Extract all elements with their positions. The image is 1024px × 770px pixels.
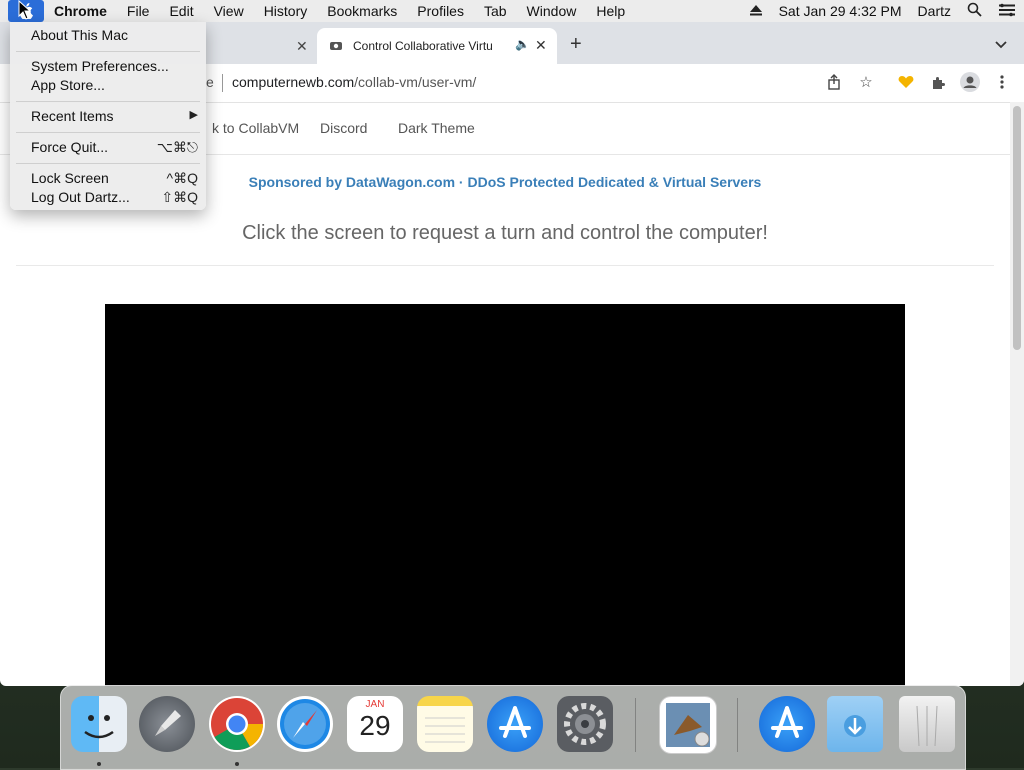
tab-title: Control Collaborative Virtu — [353, 39, 493, 53]
apple-menu-dropdown: About This Mac System Preferences... App… — [10, 22, 206, 210]
menu-bar: Chrome File Edit View History Bookmarks … — [0, 0, 1024, 22]
tab-search-chevron-icon[interactable] — [995, 38, 1007, 52]
menu-file[interactable]: File — [117, 3, 160, 19]
clock[interactable]: Sat Jan 29 4:32 PM — [771, 3, 910, 19]
menu-separator — [16, 101, 200, 102]
menu-view[interactable]: View — [204, 3, 254, 19]
site-favicon-icon — [330, 42, 342, 50]
vm-display[interactable] — [105, 304, 905, 686]
menu-separator — [16, 163, 200, 164]
menu-item-recent-items[interactable]: Recent Items — [31, 108, 113, 124]
scrollbar-thumb[interactable] — [1013, 106, 1021, 350]
menu-bookmarks[interactable]: Bookmarks — [317, 3, 407, 19]
launchpad-icon[interactable] — [139, 696, 195, 752]
shortcut-log-out: ⇧⌘Q — [161, 189, 198, 205]
eject-icon[interactable] — [741, 3, 771, 19]
notes-icon[interactable] — [417, 696, 473, 752]
nav-discord[interactable]: Discord — [320, 120, 367, 136]
url-path: /collab-vm/user-vm/ — [354, 74, 477, 90]
downloads-folder-icon[interactable] — [827, 696, 883, 752]
menu-profiles[interactable]: Profiles — [407, 3, 474, 19]
menu-item-system-preferences[interactable]: System Preferences... — [31, 58, 169, 74]
shortcut-force-quit: ⌥⌘⎋ — [156, 139, 198, 155]
menu-app-name[interactable]: Chrome — [44, 3, 117, 19]
shortcut-lock-screen: ^⌘Q — [166, 170, 198, 186]
omnibox-separator — [222, 74, 223, 92]
new-tab-button[interactable]: + — [570, 34, 582, 54]
extension-heart-icon[interactable] — [896, 72, 916, 92]
chrome-icon[interactable] — [209, 696, 265, 752]
control-center-icon[interactable] — [990, 3, 1024, 20]
user-menu[interactable]: Dartz — [910, 3, 959, 19]
menu-help[interactable]: Help — [586, 3, 635, 19]
tab-close-icon[interactable]: ✕ — [296, 38, 308, 55]
safari-icon[interactable] — [277, 696, 333, 752]
menu-history[interactable]: History — [254, 3, 318, 19]
system-preferences-icon[interactable] — [557, 696, 613, 752]
kebab-menu-icon[interactable] — [992, 72, 1012, 92]
submenu-arrow-icon: ▶ — [189, 109, 198, 121]
nav-dark-theme[interactable]: Dark Theme — [398, 120, 475, 136]
mouse-cursor-icon — [18, 0, 32, 20]
mail-preview-icon[interactable] — [659, 696, 717, 754]
page-scrollbar[interactable] — [1010, 102, 1024, 686]
extensions-puzzle-icon[interactable] — [928, 72, 948, 92]
profile-avatar-icon[interactable] — [960, 72, 980, 92]
calendar-day: 29 — [359, 710, 391, 741]
app-store-downloads-icon[interactable] — [759, 696, 815, 752]
app-store-icon[interactable] — [487, 696, 543, 752]
content-divider — [16, 265, 994, 266]
menu-separator — [16, 132, 200, 133]
menu-item-about-this-mac[interactable]: About This Mac — [31, 27, 128, 43]
nav-back-to-collabvm[interactable]: k to CollabVM — [212, 120, 299, 136]
turn-instruction: Click the screen to request a turn and c… — [242, 222, 768, 244]
menu-item-lock-screen[interactable]: Lock Screen — [31, 170, 109, 186]
tab-background[interactable]: ✕ — [200, 28, 316, 64]
share-icon[interactable] — [824, 72, 844, 92]
tab-active[interactable]: Control Collaborative Virtu 🔈 ✕ — [317, 28, 557, 64]
menu-tab[interactable]: Tab — [474, 3, 517, 19]
address-bar[interactable]: computernewb.com/collab-vm/user-vm/ — [232, 74, 476, 90]
spotlight-search-icon[interactable] — [959, 2, 990, 20]
running-indicator — [97, 762, 101, 766]
menu-window[interactable]: Window — [517, 3, 587, 19]
calendar-month: JAN — [365, 699, 385, 710]
dock-separator — [737, 698, 738, 752]
running-indicator — [235, 762, 239, 766]
calendar-icon[interactable]: JAN 29 — [347, 696, 403, 752]
omnibox-security-label[interactable]: e — [206, 74, 214, 90]
dock: JAN 29 — [60, 685, 966, 770]
menu-edit[interactable]: Edit — [159, 3, 203, 19]
menu-item-force-quit[interactable]: Force Quit... — [31, 139, 108, 155]
speaker-icon[interactable]: 🔈 — [515, 37, 530, 51]
menubar-status-area: Sat Jan 29 4:32 PM Dartz — [741, 0, 1024, 22]
url-host: computernewb.com — [232, 74, 355, 90]
trash-icon[interactable] — [899, 696, 955, 752]
menu-item-log-out[interactable]: Log Out Dartz... — [31, 189, 130, 205]
tab-close-icon[interactable]: ✕ — [535, 37, 547, 54]
finder-icon[interactable] — [71, 696, 127, 752]
dock-separator — [635, 698, 636, 752]
bookmark-star-icon[interactable]: ☆ — [856, 72, 876, 92]
menu-separator — [16, 51, 200, 52]
menu-item-app-store[interactable]: App Store... — [31, 77, 105, 93]
